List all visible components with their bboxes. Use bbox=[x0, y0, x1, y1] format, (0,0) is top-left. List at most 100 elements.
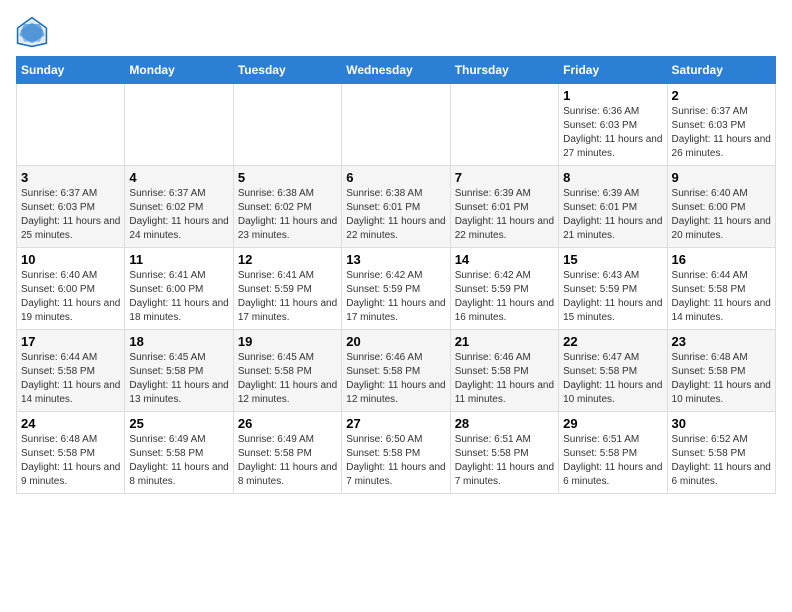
day-info: Sunrise: 6:41 AM Sunset: 5:59 PM Dayligh… bbox=[238, 269, 337, 325]
day-number: 27 bbox=[346, 416, 445, 431]
day-info: Sunrise: 6:44 AM Sunset: 5:58 PM Dayligh… bbox=[672, 269, 771, 325]
calendar-cell: 21 Sunrise: 6:46 AM Sunset: 5:58 PM Dayli… bbox=[450, 330, 558, 412]
day-number: 15 bbox=[563, 252, 662, 267]
calendar-cell bbox=[125, 84, 233, 166]
calendar-cell: 26 Sunrise: 6:49 AM Sunset: 5:58 PM Dayli… bbox=[233, 412, 341, 494]
day-info: Sunrise: 6:47 AM Sunset: 5:58 PM Dayligh… bbox=[563, 351, 662, 407]
day-info: Sunrise: 6:37 AM Sunset: 6:03 PM Dayligh… bbox=[21, 187, 120, 243]
calendar-cell: 28Sunrise: 6:51 AM Sunset: 5:58 PM Dayli… bbox=[450, 412, 558, 494]
calendar-cell: 12Sunrise: 6:41 AM Sunset: 5:59 PM Dayli… bbox=[233, 248, 341, 330]
calendar-cell: 15 Sunrise: 6:43 AM Sunset: 5:59 PM Dayli… bbox=[559, 248, 667, 330]
calendar-week-5: 24Sunrise: 6:48 AM Sunset: 5:58 PM Dayli… bbox=[17, 412, 776, 494]
day-number: 25 bbox=[129, 416, 228, 431]
calendar-cell: 19 Sunrise: 6:45 AM Sunset: 5:58 PM Dayli… bbox=[233, 330, 341, 412]
day-number: 26 bbox=[238, 416, 337, 431]
day-header-friday: Friday bbox=[559, 57, 667, 84]
day-info: Sunrise: 6:45 AM Sunset: 5:58 PM Dayligh… bbox=[129, 351, 228, 407]
day-number: 6 bbox=[346, 170, 445, 185]
day-number: 29 bbox=[563, 416, 662, 431]
day-number: 18 bbox=[129, 334, 228, 349]
day-info: Sunrise: 6:38 AM Sunset: 6:02 PM Dayligh… bbox=[238, 187, 337, 243]
day-number: 23 bbox=[672, 334, 771, 349]
calendar-cell: 4 Sunrise: 6:37 AM Sunset: 6:02 PM Daylig… bbox=[125, 166, 233, 248]
calendar-cell: 13 Sunrise: 6:42 AM Sunset: 5:59 PM Dayli… bbox=[342, 248, 450, 330]
day-number: 1 bbox=[563, 88, 662, 103]
calendar-cell bbox=[233, 84, 341, 166]
day-info: Sunrise: 6:39 AM Sunset: 6:01 PM Dayligh… bbox=[455, 187, 554, 243]
calendar-cell: 27 Sunrise: 6:50 AM Sunset: 5:58 PM Dayli… bbox=[342, 412, 450, 494]
calendar-cell: 16Sunrise: 6:44 AM Sunset: 5:58 PM Dayli… bbox=[667, 248, 775, 330]
calendar-cell: 1 Sunrise: 6:36 AM Sunset: 6:03 PM Daylig… bbox=[559, 84, 667, 166]
day-header-thursday: Thursday bbox=[450, 57, 558, 84]
day-number: 21 bbox=[455, 334, 554, 349]
day-number: 4 bbox=[129, 170, 228, 185]
calendar-week-1: 1 Sunrise: 6:36 AM Sunset: 6:03 PM Daylig… bbox=[17, 84, 776, 166]
day-info: Sunrise: 6:44 AM Sunset: 5:58 PM Dayligh… bbox=[21, 351, 120, 407]
calendar-cell: 7 Sunrise: 6:39 AM Sunset: 6:01 PM Daylig… bbox=[450, 166, 558, 248]
calendar-cell: 3 Sunrise: 6:37 AM Sunset: 6:03 PM Daylig… bbox=[17, 166, 125, 248]
calendar-week-4: 17 Sunrise: 6:44 AM Sunset: 5:58 PM Dayli… bbox=[17, 330, 776, 412]
calendar-cell: 9 Sunrise: 6:40 AM Sunset: 6:00 PM Daylig… bbox=[667, 166, 775, 248]
day-number: 3 bbox=[21, 170, 120, 185]
day-info: Sunrise: 6:52 AM Sunset: 5:58 PM Dayligh… bbox=[672, 433, 771, 489]
day-info: Sunrise: 6:39 AM Sunset: 6:01 PM Dayligh… bbox=[563, 187, 662, 243]
calendar-cell: 8 Sunrise: 6:39 AM Sunset: 6:01 PM Daylig… bbox=[559, 166, 667, 248]
calendar-cell: 29 Sunrise: 6:51 AM Sunset: 5:58 PM Dayli… bbox=[559, 412, 667, 494]
day-number: 13 bbox=[346, 252, 445, 267]
day-info: Sunrise: 6:48 AM Sunset: 5:58 PM Dayligh… bbox=[672, 351, 771, 407]
day-info: Sunrise: 6:51 AM Sunset: 5:58 PM Dayligh… bbox=[455, 433, 554, 489]
day-header-monday: Monday bbox=[125, 57, 233, 84]
day-info: Sunrise: 6:50 AM Sunset: 5:58 PM Dayligh… bbox=[346, 433, 445, 489]
calendar-cell: 24Sunrise: 6:48 AM Sunset: 5:58 PM Dayli… bbox=[17, 412, 125, 494]
day-info: Sunrise: 6:42 AM Sunset: 5:59 PM Dayligh… bbox=[346, 269, 445, 325]
day-number: 7 bbox=[455, 170, 554, 185]
day-number: 20 bbox=[346, 334, 445, 349]
calendar-cell: 30 Sunrise: 6:52 AM Sunset: 5:58 PM Dayli… bbox=[667, 412, 775, 494]
day-number: 11 bbox=[129, 252, 228, 267]
calendar-cell: 25Sunrise: 6:49 AM Sunset: 5:58 PM Dayli… bbox=[125, 412, 233, 494]
calendar-header-row: SundayMondayTuesdayWednesdayThursdayFrid… bbox=[17, 57, 776, 84]
calendar-cell: 6 Sunrise: 6:38 AM Sunset: 6:01 PM Daylig… bbox=[342, 166, 450, 248]
calendar-cell bbox=[450, 84, 558, 166]
day-info: Sunrise: 6:38 AM Sunset: 6:01 PM Dayligh… bbox=[346, 187, 445, 243]
day-info: Sunrise: 6:43 AM Sunset: 5:59 PM Dayligh… bbox=[563, 269, 662, 325]
calendar-cell: 2 Sunrise: 6:37 AM Sunset: 6:03 PM Daylig… bbox=[667, 84, 775, 166]
day-number: 30 bbox=[672, 416, 771, 431]
day-number: 14 bbox=[455, 252, 554, 267]
day-number: 22 bbox=[563, 334, 662, 349]
day-number: 9 bbox=[672, 170, 771, 185]
day-info: Sunrise: 6:51 AM Sunset: 5:58 PM Dayligh… bbox=[563, 433, 662, 489]
day-info: Sunrise: 6:40 AM Sunset: 6:00 PM Dayligh… bbox=[672, 187, 771, 243]
logo bbox=[16, 16, 52, 48]
day-number: 5 bbox=[238, 170, 337, 185]
day-info: Sunrise: 6:36 AM Sunset: 6:03 PM Dayligh… bbox=[563, 105, 662, 161]
calendar-week-3: 10Sunrise: 6:40 AM Sunset: 6:00 PM Dayli… bbox=[17, 248, 776, 330]
day-info: Sunrise: 6:42 AM Sunset: 5:59 PM Dayligh… bbox=[455, 269, 554, 325]
day-number: 2 bbox=[672, 88, 771, 103]
day-info: Sunrise: 6:48 AM Sunset: 5:58 PM Dayligh… bbox=[21, 433, 120, 489]
day-number: 10 bbox=[21, 252, 120, 267]
day-info: Sunrise: 6:46 AM Sunset: 5:58 PM Dayligh… bbox=[346, 351, 445, 407]
calendar-cell: 5 Sunrise: 6:38 AM Sunset: 6:02 PM Daylig… bbox=[233, 166, 341, 248]
day-number: 19 bbox=[238, 334, 337, 349]
day-info: Sunrise: 6:49 AM Sunset: 5:58 PM Dayligh… bbox=[238, 433, 337, 489]
day-header-tuesday: Tuesday bbox=[233, 57, 341, 84]
day-info: Sunrise: 6:37 AM Sunset: 6:03 PM Dayligh… bbox=[672, 105, 771, 161]
page-header bbox=[16, 16, 776, 48]
day-info: Sunrise: 6:45 AM Sunset: 5:58 PM Dayligh… bbox=[238, 351, 337, 407]
day-info: Sunrise: 6:46 AM Sunset: 5:58 PM Dayligh… bbox=[455, 351, 554, 407]
calendar-cell: 14 Sunrise: 6:42 AM Sunset: 5:59 PM Dayli… bbox=[450, 248, 558, 330]
day-number: 17 bbox=[21, 334, 120, 349]
calendar-cell bbox=[342, 84, 450, 166]
day-info: Sunrise: 6:41 AM Sunset: 6:00 PM Dayligh… bbox=[129, 269, 228, 325]
day-info: Sunrise: 6:37 AM Sunset: 6:02 PM Dayligh… bbox=[129, 187, 228, 243]
day-header-saturday: Saturday bbox=[667, 57, 775, 84]
calendar-cell bbox=[17, 84, 125, 166]
calendar-table: SundayMondayTuesdayWednesdayThursdayFrid… bbox=[16, 56, 776, 494]
calendar-cell: 17 Sunrise: 6:44 AM Sunset: 5:58 PM Dayli… bbox=[17, 330, 125, 412]
logo-icon bbox=[16, 16, 48, 48]
day-header-wednesday: Wednesday bbox=[342, 57, 450, 84]
calendar-cell: 11 Sunrise: 6:41 AM Sunset: 6:00 PM Dayli… bbox=[125, 248, 233, 330]
calendar-week-2: 3 Sunrise: 6:37 AM Sunset: 6:03 PM Daylig… bbox=[17, 166, 776, 248]
day-number: 8 bbox=[563, 170, 662, 185]
